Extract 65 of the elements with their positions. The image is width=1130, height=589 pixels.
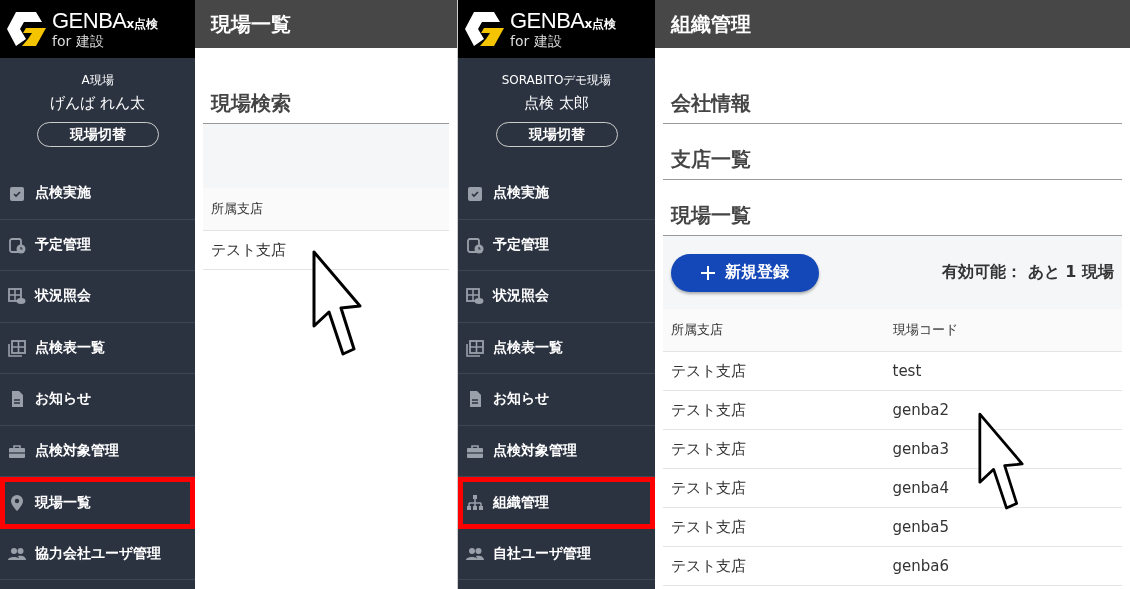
table-cell-text: テスト支店 bbox=[671, 517, 747, 537]
menu-item[interactable]: 点検対象管理 bbox=[0, 425, 195, 477]
user-name: 点検 太郎 bbox=[524, 94, 589, 113]
menu-item[interactable]: 現場一覧 bbox=[0, 477, 195, 529]
menu-item[interactable]: 組織管理 bbox=[458, 477, 655, 529]
column-header: 所属支店 bbox=[211, 200, 264, 218]
table-eye-icon bbox=[8, 287, 26, 306]
brand-suffix: x点検 bbox=[126, 18, 159, 30]
brand-subtitle: for 建設 bbox=[510, 34, 563, 48]
table-cell-text: genba2 bbox=[892, 401, 950, 419]
page-title: 組織管理 bbox=[671, 10, 751, 38]
plus-icon bbox=[701, 265, 715, 280]
calendar-clock-icon bbox=[466, 235, 484, 254]
menu-item[interactable]: 予定管理 bbox=[458, 219, 655, 271]
pointer-cursor-icon bbox=[978, 412, 1024, 512]
menu-item[interactable]: 状況照会 bbox=[458, 271, 655, 323]
org-chart-icon bbox=[466, 493, 484, 512]
menu-item[interactable]: 点検表一覧 bbox=[458, 322, 655, 374]
column-header: 現場コード bbox=[892, 321, 959, 339]
site-name: A現場 bbox=[81, 72, 114, 89]
logo-icon bbox=[464, 11, 504, 47]
menu-item[interactable]: 予定管理 bbox=[0, 219, 195, 271]
new-registration-button[interactable]: 新規登録 bbox=[671, 253, 819, 292]
menu-item[interactable]: 点検対象管理 bbox=[458, 425, 655, 477]
column-header: 所属支店 bbox=[671, 321, 724, 339]
table-cell-text: テスト支店 bbox=[211, 240, 287, 260]
clipboard-check-icon bbox=[8, 184, 26, 203]
menu-item[interactable]: 協力会社ユーザ管理 bbox=[0, 528, 195, 580]
table-cell-text: テスト支店 bbox=[671, 361, 747, 381]
table-cell-text: genba4 bbox=[892, 479, 950, 497]
grid-list-icon bbox=[466, 338, 484, 357]
table-cell-text: テスト支店 bbox=[671, 478, 747, 498]
menu-item[interactable]: お知らせ bbox=[0, 374, 195, 426]
location-pin-icon bbox=[8, 493, 26, 512]
brand-subtitle: for 建設 bbox=[52, 34, 105, 48]
pointer-cursor-icon bbox=[312, 250, 362, 358]
table-cell-text: テスト支店 bbox=[671, 400, 747, 420]
user-name: げんば れん太 bbox=[50, 94, 145, 113]
section-heading: 支店一覧 bbox=[671, 146, 751, 173]
menu-item[interactable]: 点検表一覧 bbox=[0, 322, 195, 374]
brand-name: GENBA bbox=[52, 10, 127, 32]
section-heading: 会社情報 bbox=[671, 90, 751, 117]
table-cell-text: genba3 bbox=[892, 440, 950, 458]
menu-item[interactable]: 自社ユーザ管理 bbox=[458, 528, 655, 580]
table-cell-text: テスト支店 bbox=[671, 439, 747, 459]
grid-list-icon bbox=[8, 338, 26, 357]
table-cell-text: テスト支店 bbox=[671, 556, 747, 576]
section-heading: 現場一覧 bbox=[671, 202, 751, 229]
quota-text: 有効可能： あと 1 現場 bbox=[942, 262, 1114, 283]
logo-icon bbox=[6, 11, 46, 47]
page-title: 現場一覧 bbox=[211, 10, 291, 38]
table-cell-text: genba6 bbox=[892, 557, 950, 575]
menu-item[interactable]: お知らせ bbox=[458, 374, 655, 426]
brand-name: GENBA bbox=[510, 10, 585, 32]
menu-item[interactable]: 点検実施 bbox=[0, 168, 195, 220]
menu-item[interactable]: 点検実施 bbox=[458, 168, 655, 220]
section-heading: 現場検索 bbox=[211, 90, 291, 117]
calendar-clock-icon bbox=[8, 235, 26, 254]
table-eye-icon bbox=[466, 287, 484, 306]
table-cell-text: test bbox=[892, 362, 923, 380]
clipboard-check-icon bbox=[466, 184, 484, 203]
menu-item[interactable]: 状況照会 bbox=[0, 271, 195, 323]
brand-suffix: x点検 bbox=[584, 18, 617, 30]
table-cell-text: genba5 bbox=[892, 518, 950, 536]
site-name: SORABITOデモ現場 bbox=[501, 72, 612, 89]
